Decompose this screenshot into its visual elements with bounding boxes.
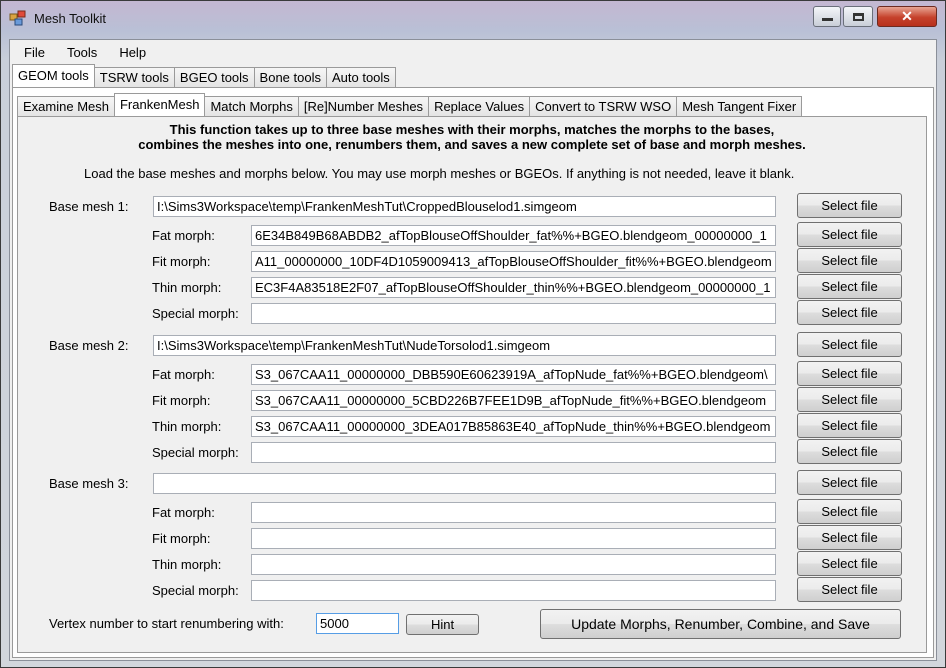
- vertex-number-input[interactable]: [316, 613, 399, 634]
- thin-morph-1-input[interactable]: [251, 277, 776, 298]
- fit-morph-2-select-button[interactable]: Select file: [797, 387, 902, 412]
- tab-auto-tools[interactable]: Auto tools: [325, 67, 396, 87]
- special-morph-3-input[interactable]: [251, 580, 776, 601]
- fit-morph-1-label: Fit morph:: [152, 254, 211, 269]
- fit-morph-3-input[interactable]: [251, 528, 776, 549]
- minimize-icon: [821, 18, 833, 21]
- base-mesh-1-input[interactable]: [153, 196, 776, 217]
- special-morph-1-label: Special morph:: [152, 306, 239, 321]
- tab-mesh-tangent-fixer[interactable]: Mesh Tangent Fixer: [676, 96, 803, 116]
- base-mesh-2-label: Base mesh 2:: [49, 338, 129, 353]
- tab-bone-tools[interactable]: Bone tools: [253, 67, 327, 87]
- sub-tab-strip: Examine Mesh FrankenMesh Match Morphs [R…: [17, 93, 803, 116]
- app-icon: [9, 10, 26, 26]
- base-mesh-3-select-button[interactable]: Select file: [797, 470, 902, 495]
- tab-geom-tools[interactable]: GEOM tools: [12, 64, 95, 87]
- thin-morph-3-input[interactable]: [251, 554, 776, 575]
- maximize-button[interactable]: [843, 6, 873, 27]
- fat-morph-1-select-button[interactable]: Select file: [797, 222, 902, 247]
- fat-morph-2-label: Fat morph:: [152, 367, 215, 382]
- base-mesh-2-select-button[interactable]: Select file: [797, 332, 902, 357]
- hint-button[interactable]: Hint: [406, 614, 479, 635]
- menu-tools[interactable]: Tools: [59, 45, 105, 60]
- fit-morph-3-select-button[interactable]: Select file: [797, 525, 902, 550]
- base-mesh-3-input[interactable]: [153, 473, 776, 494]
- special-morph-3-label: Special morph:: [152, 583, 239, 598]
- tab-renumber-meshes[interactable]: [Re]Number Meshes: [297, 96, 430, 116]
- maximize-icon: [852, 12, 864, 21]
- app-window: Mesh Toolkit ✕ File Tools Help GEOM tool…: [0, 0, 946, 668]
- thin-morph-2-label: Thin morph:: [152, 419, 222, 434]
- frankenmesh-panel: This function takes up to three base mes…: [17, 116, 927, 653]
- base-mesh-3-label: Base mesh 3:: [49, 476, 129, 491]
- fat-morph-2-select-button[interactable]: Select file: [797, 361, 902, 386]
- tab-frankenmesh[interactable]: FrankenMesh: [113, 93, 206, 116]
- thin-morph-1-label: Thin morph:: [152, 280, 222, 295]
- special-morph-1-input[interactable]: [251, 303, 776, 324]
- tab-bgeo-tools[interactable]: BGEO tools: [173, 67, 255, 87]
- fit-morph-2-label: Fit morph:: [152, 393, 211, 408]
- window-title: Mesh Toolkit: [34, 11, 107, 26]
- tab-match-morphs[interactable]: Match Morphs: [204, 96, 299, 116]
- load-instructions: Load the base meshes and morphs below. Y…: [84, 166, 795, 181]
- fit-morph-1-select-button[interactable]: Select file: [797, 248, 902, 273]
- minimize-button[interactable]: [813, 6, 841, 27]
- fat-morph-1-input[interactable]: [251, 225, 776, 246]
- menu-help[interactable]: Help: [111, 45, 154, 60]
- base-mesh-2-input[interactable]: [153, 335, 776, 356]
- thin-morph-3-label: Thin morph:: [152, 557, 222, 572]
- thin-morph-1-select-button[interactable]: Select file: [797, 274, 902, 299]
- fat-morph-3-select-button[interactable]: Select file: [797, 499, 902, 524]
- fat-morph-2-input[interactable]: [251, 364, 776, 385]
- special-morph-1-select-button[interactable]: Select file: [797, 300, 902, 325]
- close-button[interactable]: ✕: [877, 6, 937, 27]
- tab-replace-values[interactable]: Replace Values: [428, 96, 531, 116]
- thin-morph-2-input[interactable]: [251, 416, 776, 437]
- main-tab-strip: GEOM tools TSRW tools BGEO tools Bone to…: [12, 64, 396, 87]
- tab-tsrw-tools[interactable]: TSRW tools: [93, 67, 175, 87]
- fat-morph-3-label: Fat morph:: [152, 505, 215, 520]
- tab-convert-tsrw-wso[interactable]: Convert to TSRW WSO: [529, 96, 678, 116]
- intro-text-line-2: combines the meshes into one, renumbers …: [138, 137, 806, 152]
- fit-morph-3-label: Fit morph:: [152, 531, 211, 546]
- special-morph-2-label: Special morph:: [152, 445, 239, 460]
- fat-morph-1-label: Fat morph:: [152, 228, 215, 243]
- fat-morph-3-input[interactable]: [251, 502, 776, 523]
- special-morph-3-select-button[interactable]: Select file: [797, 577, 902, 602]
- geom-tools-panel: Examine Mesh FrankenMesh Match Morphs [R…: [12, 87, 934, 658]
- menu-bar: File Tools Help: [10, 40, 936, 64]
- special-morph-2-select-button[interactable]: Select file: [797, 439, 902, 464]
- menu-file[interactable]: File: [16, 45, 53, 60]
- thin-morph-3-select-button[interactable]: Select file: [797, 551, 902, 576]
- close-icon: ✕: [901, 8, 913, 24]
- base-mesh-1-label: Base mesh 1:: [49, 199, 129, 214]
- fit-morph-1-input[interactable]: [251, 251, 776, 272]
- vertex-number-label: Vertex number to start renumbering with:: [49, 616, 284, 631]
- fit-morph-2-input[interactable]: [251, 390, 776, 411]
- title-bar[interactable]: Mesh Toolkit ✕: [1, 1, 945, 35]
- intro-text-line-1: This function takes up to three base mes…: [169, 122, 775, 137]
- special-morph-2-input[interactable]: [251, 442, 776, 463]
- base-mesh-1-select-button[interactable]: Select file: [797, 193, 902, 218]
- update-combine-save-button[interactable]: Update Morphs, Renumber, Combine, and Sa…: [540, 609, 901, 639]
- thin-morph-2-select-button[interactable]: Select file: [797, 413, 902, 438]
- tab-examine-mesh[interactable]: Examine Mesh: [17, 96, 115, 116]
- client-area: File Tools Help GEOM tools TSRW tools BG…: [9, 39, 937, 661]
